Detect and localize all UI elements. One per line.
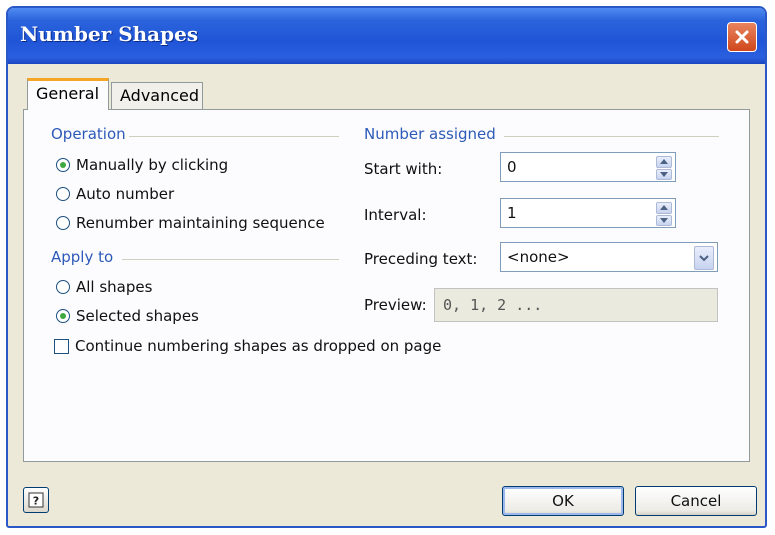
apply-to-divider (122, 259, 339, 260)
radio-circle (56, 309, 70, 323)
radio-label: Auto number (76, 185, 175, 203)
dialog-body: General Advanced Operation Manually by c… (8, 64, 765, 526)
radio-auto-number[interactable]: Auto number (56, 185, 174, 203)
chevron-down-icon (660, 217, 668, 223)
preceding-text-label: Preceding text: (364, 250, 478, 268)
radio-label: Renumber maintaining sequence (76, 214, 325, 232)
general-tab-panel: Operation Manually by clicking Auto numb… (23, 109, 750, 462)
start-with-label: Start with: (364, 160, 443, 178)
operation-divider (129, 136, 339, 137)
radio-circle (56, 216, 70, 230)
close-icon (735, 30, 749, 44)
help-icon: ? (28, 492, 44, 508)
cancel-button[interactable]: Cancel (635, 486, 757, 516)
radio-label: Manually by clicking (76, 156, 229, 174)
dropdown-button[interactable] (694, 246, 714, 270)
svg-text:?: ? (33, 495, 39, 508)
chevron-up-icon (660, 205, 668, 211)
start-with-spinner[interactable]: 0 (500, 152, 676, 182)
interval-label: Interval: (364, 206, 427, 224)
radio-manually-by-clicking[interactable]: Manually by clicking (56, 156, 228, 174)
preview-label: Preview: (364, 296, 427, 314)
interval-spinner[interactable]: 1 (500, 198, 676, 228)
radio-circle (56, 280, 70, 294)
spin-down-button[interactable] (656, 214, 672, 226)
tab-advanced[interactable]: Advanced (111, 82, 203, 110)
chevron-up-icon (660, 159, 668, 165)
preview-field: 0, 1, 2 ... (434, 288, 718, 322)
interval-value: 1 (507, 204, 517, 222)
radio-renumber-maintaining-sequence[interactable]: Renumber maintaining sequence (56, 214, 325, 232)
operation-group-label: Operation (51, 125, 126, 143)
help-button[interactable]: ? (23, 487, 49, 513)
checkbox-box (54, 338, 69, 354)
start-with-value: 0 (507, 158, 517, 176)
number-assigned-group-label: Number assigned (364, 125, 496, 143)
apply-to-group-label: Apply to (51, 248, 114, 266)
chevron-down-icon (660, 171, 668, 177)
preceding-text-dropdown[interactable]: <none> (500, 242, 718, 272)
checkbox-label: Continue numbering shapes as dropped on … (75, 337, 442, 355)
radio-selected-shapes[interactable]: Selected shapes (56, 307, 199, 325)
spin-up-button[interactable] (656, 202, 672, 214)
preceding-text-value: <none> (507, 248, 570, 266)
spin-up-button[interactable] (656, 156, 672, 168)
radio-circle (56, 187, 70, 201)
title-bar[interactable]: Number Shapes (8, 8, 765, 64)
dialog-title: Number Shapes (20, 22, 199, 46)
ok-button[interactable]: OK (502, 486, 624, 516)
radio-label: All shapes (76, 278, 153, 296)
radio-all-shapes[interactable]: All shapes (56, 278, 152, 296)
number-assigned-divider (504, 136, 719, 137)
chevron-down-icon (699, 254, 709, 261)
tab-general[interactable]: General (27, 78, 109, 110)
continue-numbering-checkbox[interactable]: Continue numbering shapes as dropped on … (54, 337, 441, 355)
radio-circle (56, 158, 70, 172)
close-button[interactable] (727, 22, 757, 52)
number-shapes-dialog: Number Shapes General Advanced Operation… (6, 6, 767, 528)
spin-down-button[interactable] (656, 168, 672, 180)
radio-label: Selected shapes (76, 307, 199, 325)
